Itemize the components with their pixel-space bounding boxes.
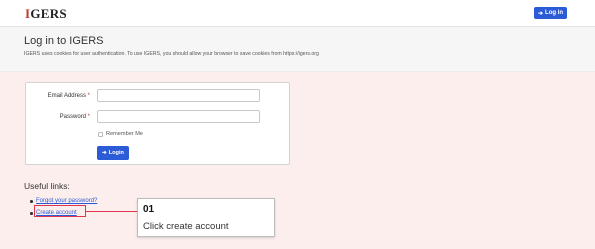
step-text: Click create account — [143, 221, 229, 232]
email-label: Email Address * — [47, 93, 90, 99]
cookie-notice: IGERS uses cookies for user authenticati… — [24, 51, 319, 57]
password-label: Password * — [59, 114, 90, 120]
remember-me[interactable]: Remember Me — [98, 131, 143, 137]
igers-logo[interactable]: IGERS — [25, 6, 67, 22]
sign-in-icon: ➔ — [538, 10, 544, 17]
useful-links-heading: Useful links: — [24, 181, 70, 191]
navbar: IGERS ➔ Log in — [0, 0, 595, 27]
step-number: 01 — [143, 204, 155, 215]
forgot-password-link[interactable]: Forgot your password? — [36, 198, 97, 204]
password-field[interactable] — [97, 110, 260, 123]
instruction-callout: 01 Click create account — [137, 198, 275, 237]
highlight-box — [34, 205, 86, 217]
email-field[interactable] — [97, 89, 260, 102]
login-nav-button[interactable]: ➔ Log in — [534, 7, 568, 19]
sign-in-icon: ➔ — [102, 150, 107, 156]
callout-connector — [86, 211, 137, 212]
login-button[interactable]: ➔ Login — [97, 146, 129, 160]
page-header: Log in to IGERS IGERS uses cookies for u… — [0, 27, 595, 72]
page-title: Log in to IGERS — [24, 35, 104, 47]
remember-checkbox[interactable] — [98, 131, 103, 137]
login-form-card: Email Address * Password * Remember Me ➔… — [25, 82, 290, 165]
